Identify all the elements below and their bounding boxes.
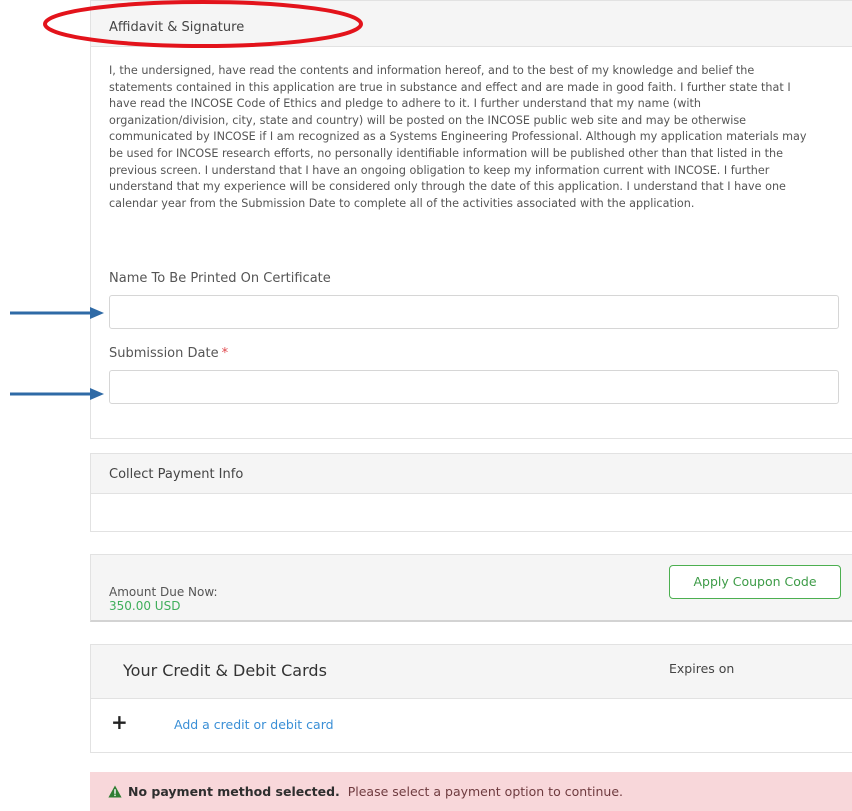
cards-title: Your Credit & Debit Cards (123, 661, 327, 680)
add-card-link[interactable]: Add a credit or debit card (174, 717, 334, 732)
cards-header: Your Credit & Debit Cards Expires on (91, 645, 852, 699)
collect-payment-header: Collect Payment Info (91, 454, 852, 494)
amount-due-value: 350.00 USD (109, 599, 181, 613)
submission-date-label-text: Submission Date (109, 346, 219, 361)
alert-title: No payment method selected. (128, 784, 340, 799)
alert-message: Please select a payment option to contin… (347, 784, 624, 799)
no-payment-alert: No payment method selected. Please selec… (90, 772, 852, 811)
amount-due-label: Amount Due Now: (109, 585, 218, 599)
required-marker: * (221, 346, 229, 361)
submission-date-input[interactable] (109, 370, 839, 404)
amount-due-bar: Amount Due Now: 350.00 USD Apply Coupon … (90, 554, 852, 622)
submission-date-label: Submission Date * (109, 346, 228, 361)
affidavit-header: Affidavit & Signature (91, 1, 852, 47)
affidavit-panel: Affidavit & Signature I, the undersigned… (90, 0, 852, 439)
affidavit-statement: I, the undersigned, have read the conten… (109, 64, 807, 210)
apply-coupon-button[interactable]: Apply Coupon Code (669, 565, 841, 599)
expires-on-label: Expires on (669, 661, 735, 676)
name-on-certificate-label: Name To Be Printed On Certificate (109, 271, 331, 286)
warning-triangle-icon (108, 785, 122, 798)
name-on-certificate-input[interactable] (109, 295, 839, 329)
collect-payment-panel: Collect Payment Info (90, 453, 852, 532)
plus-icon[interactable]: + (111, 712, 128, 732)
cards-panel: Your Credit & Debit Cards Expires on + A… (90, 644, 852, 753)
